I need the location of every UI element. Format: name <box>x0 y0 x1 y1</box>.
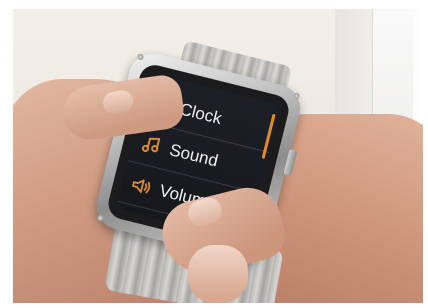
screw-icon <box>96 214 104 222</box>
music-note-icon <box>138 132 165 159</box>
speaker-volume-icon <box>128 173 155 200</box>
menu-item-label: Clock <box>177 99 224 129</box>
menu-item-label: Sound <box>167 140 221 171</box>
photo-scene: Clock Sound Volum <box>13 9 423 303</box>
right-thumb <box>188 245 248 303</box>
screw-icon <box>136 53 145 61</box>
